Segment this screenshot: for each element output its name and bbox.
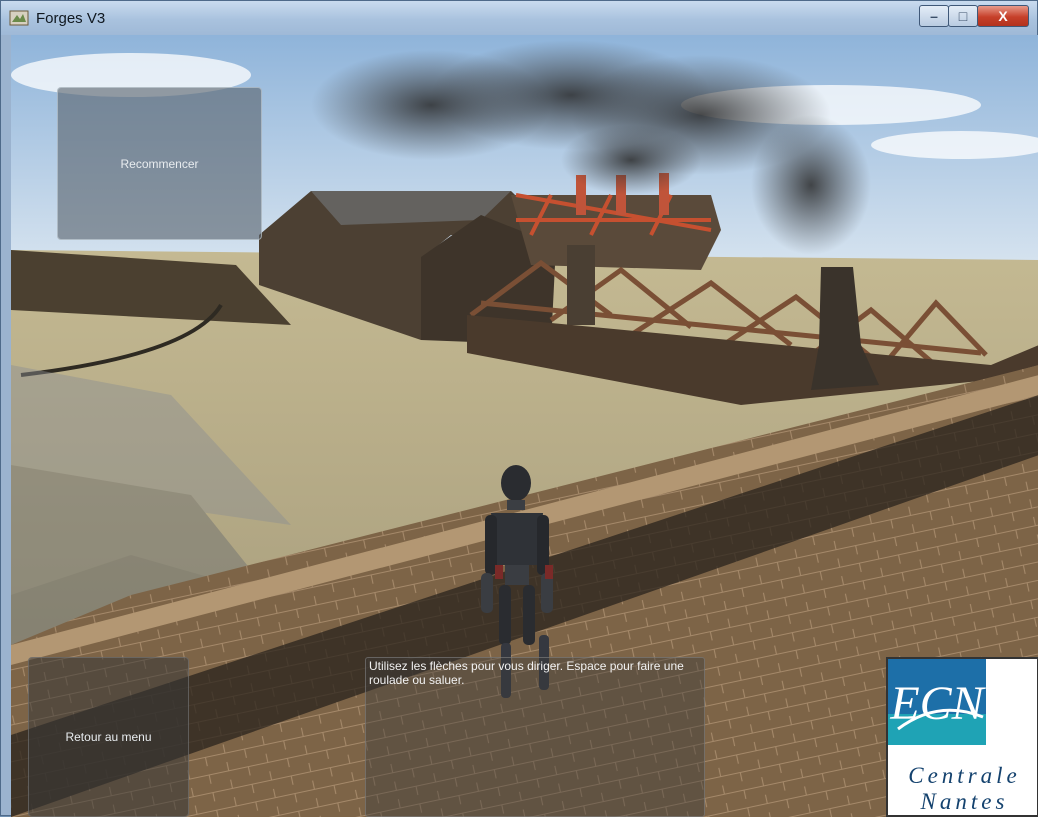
minimize-icon: – xyxy=(930,8,938,24)
back-to-menu-button[interactable]: Retour au menu xyxy=(28,657,189,817)
logo-line-1: Centrale xyxy=(908,763,1021,788)
chimney-left xyxy=(567,245,595,325)
maximize-icon: □ xyxy=(958,8,968,24)
back-to-menu-label: Retour au menu xyxy=(65,730,152,744)
logo-line-2: Nantes xyxy=(920,789,1009,814)
close-button[interactable]: X xyxy=(977,5,1029,27)
close-icon: X xyxy=(998,8,1008,24)
ecn-logo: ECN Centrale Nantes xyxy=(886,657,1038,817)
help-text-box: Utilisez les flèches pour vous diriger. … xyxy=(365,657,705,817)
restart-button[interactable]: Recommencer xyxy=(57,87,262,240)
restart-button-label: Recommencer xyxy=(120,156,199,171)
game-window: Forges V3 – □ X Recommencer Retour au me… xyxy=(0,0,1038,817)
maximize-button[interactable]: □ xyxy=(948,5,978,27)
app-icon xyxy=(9,10,29,26)
logo-monogram: ECN xyxy=(889,677,986,730)
title-bar[interactable]: Forges V3 – □ X xyxy=(1,1,1037,35)
minimize-button[interactable]: – xyxy=(919,5,949,27)
window-title: Forges V3 xyxy=(36,10,106,27)
help-text: Utilisez les flèches pour vous diriger. … xyxy=(369,659,684,687)
ecn-logo-mark: ECN xyxy=(888,659,986,745)
game-viewport[interactable]: Recommencer Retour au menu Utilisez les … xyxy=(11,35,1038,817)
